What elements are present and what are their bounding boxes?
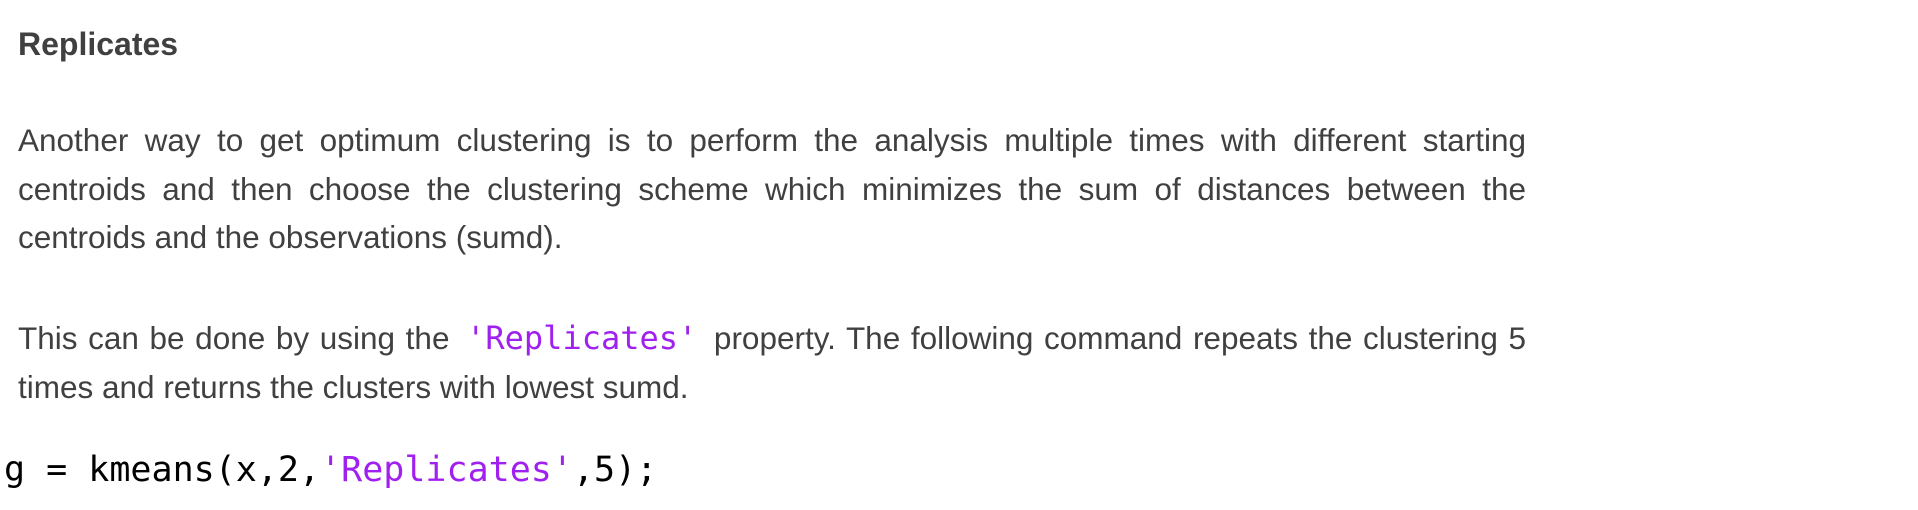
- section-title: Replicates: [18, 26, 179, 62]
- paragraph-replicates-property: This can be done by using the 'Replicate…: [18, 314, 1526, 411]
- code-prefix: g = kmeans(x,2,: [4, 450, 321, 490]
- paragraph-replicates-intro: Another way to get optimum clustering is…: [18, 122, 1526, 255]
- paragraph-text-before: This can be done by using the: [18, 320, 450, 356]
- code-suffix: ,5);: [572, 450, 658, 490]
- code-string-literal: 'Replicates': [320, 450, 573, 490]
- code-example: g = kmeans(x,2,'Replicates',5);: [4, 448, 657, 492]
- inline-code-replicates: 'Replicates': [466, 319, 698, 357]
